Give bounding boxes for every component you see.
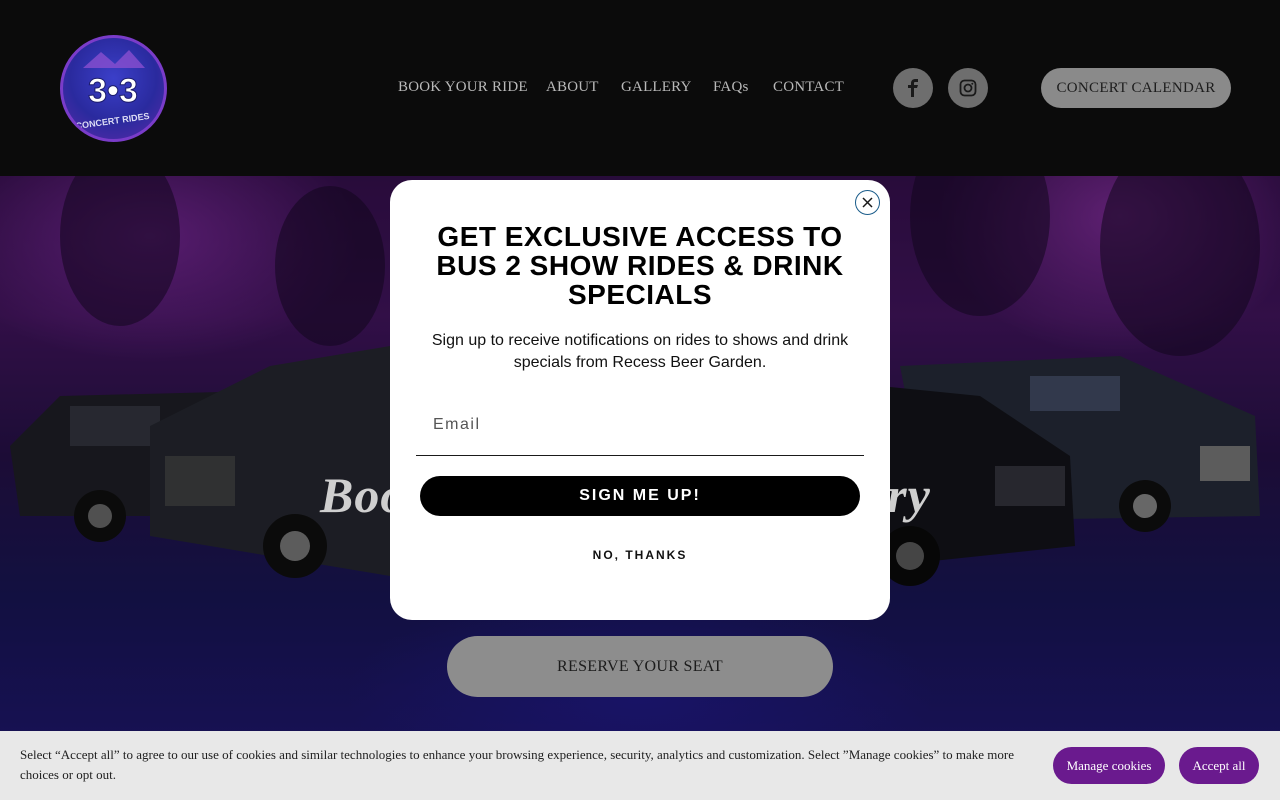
facebook-icon [908, 79, 918, 97]
accept-all-button[interactable]: Accept all [1179, 747, 1259, 784]
site-header: 3•3 CONCERT RIDES BOOK YOUR RIDE ABOUT G… [0, 0, 1280, 176]
signup-modal: GET EXCLUSIVE ACCESS TO BUS 2 SHOW RIDES… [390, 180, 890, 620]
no-thanks-button[interactable]: NO, THANKS [540, 548, 740, 562]
logo-text: 3•3 [88, 72, 138, 110]
cookie-banner: Select “Accept all” to agree to our use … [0, 731, 1280, 800]
close-icon [862, 197, 873, 208]
modal-description: Sign up to receive notifications on ride… [431, 332, 849, 371]
concert-calendar-button[interactable]: CONCERT CALENDAR [1041, 68, 1231, 108]
nav-book-your-ride[interactable]: BOOK YOUR RIDE [398, 79, 528, 96]
nav-faqs[interactable]: FAQs [713, 79, 749, 96]
logo-subtext: CONCERT RIDES [75, 111, 150, 131]
instagram-link[interactable] [948, 68, 988, 108]
logo-graphic: 3•3 CONCERT RIDES [75, 50, 150, 131]
reserve-seat-button[interactable]: RESERVE YOUR SEAT [447, 636, 833, 697]
email-field[interactable] [416, 394, 864, 456]
sign-me-up-button[interactable]: SIGN ME UP! [420, 476, 860, 516]
instagram-icon [959, 79, 977, 97]
modal-close-button[interactable] [855, 190, 880, 215]
modal-title: GET EXCLUSIVE ACCESS TO BUS 2 SHOW RIDES… [436, 221, 844, 310]
manage-cookies-button[interactable]: Manage cookies [1053, 747, 1165, 784]
nav-gallery[interactable]: GALLERY [621, 79, 692, 96]
facebook-link[interactable] [893, 68, 933, 108]
site-logo[interactable]: 3•3 CONCERT RIDES [60, 35, 167, 142]
cookie-text: Select “Accept all” to agree to our use … [20, 747, 1015, 782]
nav-contact[interactable]: CONTACT [773, 79, 844, 96]
nav-about[interactable]: ABOUT [546, 79, 599, 96]
